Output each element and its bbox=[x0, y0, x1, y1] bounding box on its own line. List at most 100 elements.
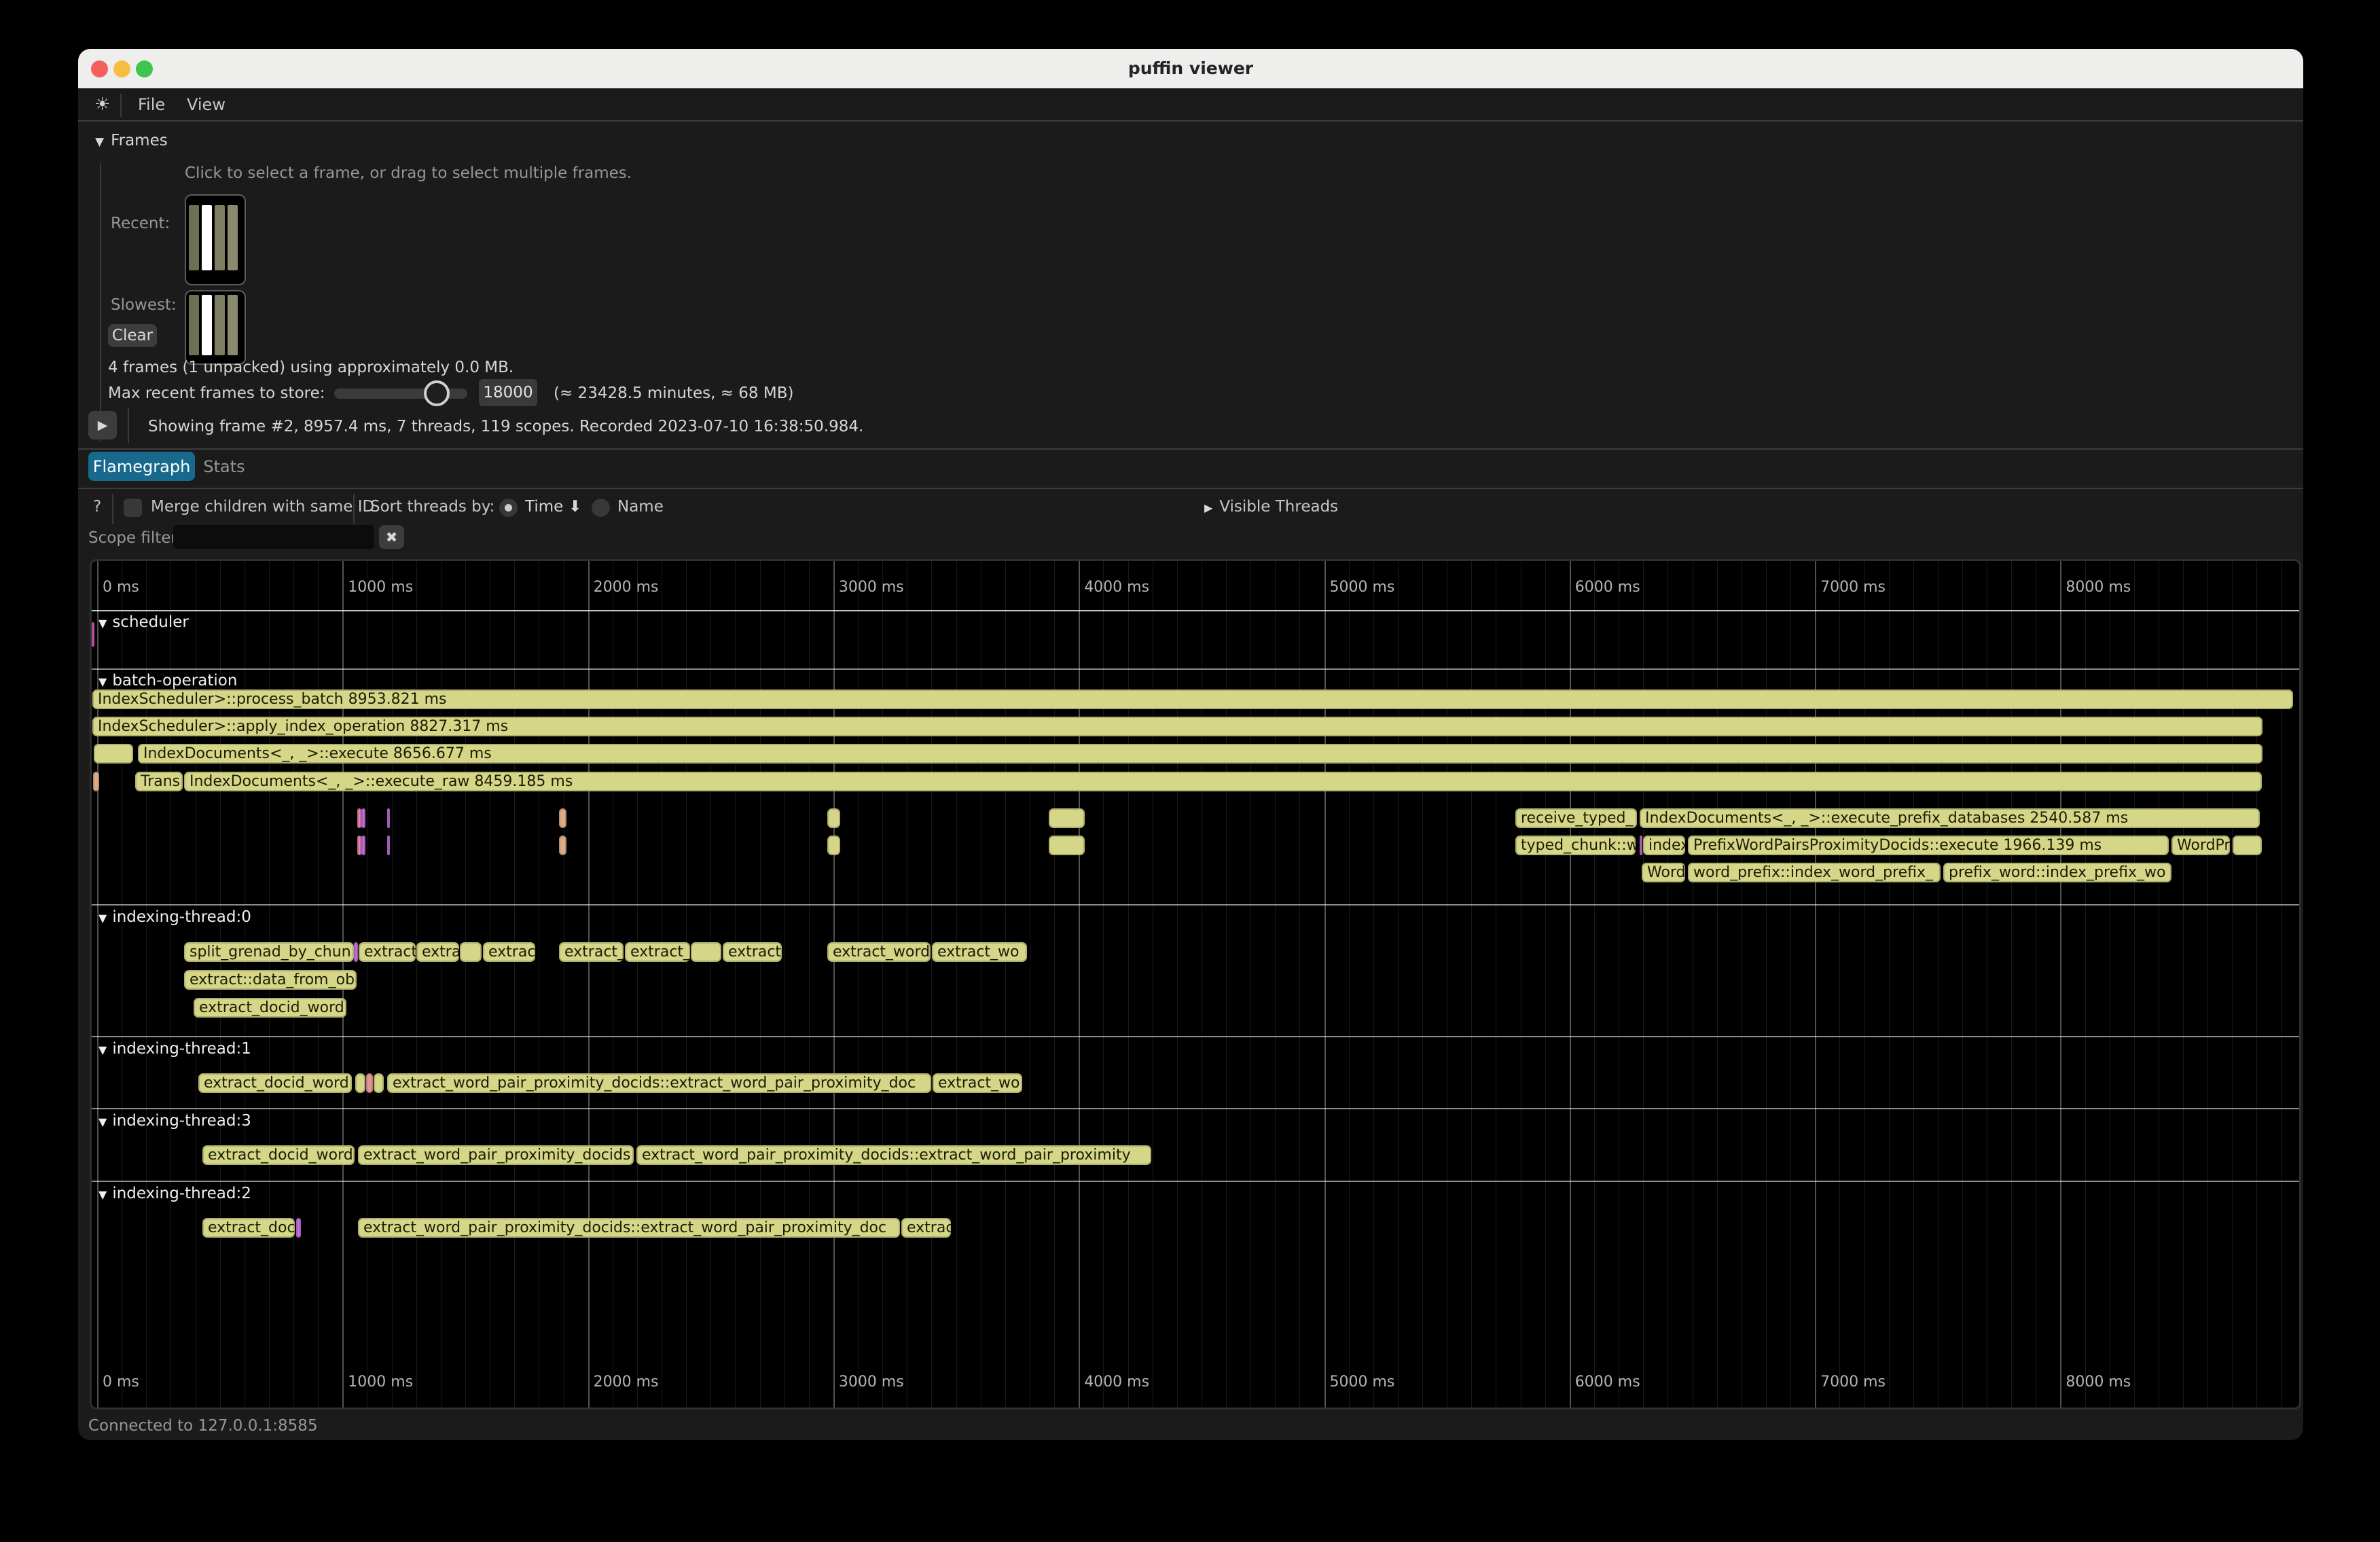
scope-bar-label: extra bbox=[416, 942, 459, 962]
flamegraph-scope-bar[interactable]: Word bbox=[1642, 863, 1685, 882]
flamegraph-scope-bar[interactable]: extract_wo bbox=[932, 942, 1027, 962]
flamegraph-scope-bar[interactable]: extract_ bbox=[625, 942, 690, 962]
flamegraph-scope-bar[interactable]: Trans bbox=[135, 772, 183, 791]
thread-header-indexing-thread-1[interactable]: ▼indexing-thread:1 bbox=[98, 1040, 251, 1058]
sort-direction-arrow-icon[interactable]: ⬇ bbox=[569, 498, 581, 516]
flamegraph-scope-bar[interactable]: extract_word_pair_proximity_docids::extr… bbox=[636, 1145, 1151, 1165]
flamegraph-scope-bar[interactable]: extract_docid_word bbox=[194, 998, 346, 1018]
flamegraph-scope-bar[interactable]: prefix_word::index_prefix_wo bbox=[1943, 863, 2171, 882]
flamegraph-scope-bar[interactable]: extract_docid_word bbox=[202, 1145, 355, 1165]
play-pause-button[interactable]: ▶ bbox=[88, 411, 117, 440]
flamegraph-scope-bar[interactable] bbox=[827, 836, 840, 855]
flamegraph-scope-bar[interactable] bbox=[93, 772, 99, 791]
flamegraph-scope-bar[interactable]: extrac bbox=[483, 942, 535, 962]
clear-filter-button[interactable]: ✖ bbox=[379, 525, 404, 549]
visible-threads-label: Visible Threads bbox=[1219, 498, 1338, 516]
flamegraph-scope-bar[interactable]: split_grenad_by_chun bbox=[184, 942, 354, 962]
flamegraph-scope-bar[interactable]: IndexScheduler>::process_batch 8953.821 … bbox=[92, 689, 2293, 709]
flamegraph-scope-bar[interactable]: IndexScheduler>::apply_index_operation 8… bbox=[92, 717, 2262, 736]
help-button[interactable]: ? bbox=[93, 498, 101, 516]
scope-filter-input[interactable] bbox=[173, 525, 374, 549]
thread-header-indexing-thread-3[interactable]: ▼indexing-thread:3 bbox=[98, 1112, 251, 1130]
scope-bar-label: extract_wo bbox=[933, 1073, 1022, 1093]
thread-header-scheduler[interactable]: ▼scheduler bbox=[98, 613, 189, 631]
flamegraph-scope-bar[interactable]: IndexDocuments<_, _>::execute_raw 8459.1… bbox=[184, 772, 2262, 791]
flamegraph-scope-bar[interactable]: extract::data_from_ob bbox=[184, 970, 357, 990]
time-gridline bbox=[735, 561, 736, 1407]
flamegraph-scope-bar[interactable] bbox=[1049, 836, 1085, 855]
scope-bar-label: extract_word_pair_proximity_docids::extr… bbox=[387, 1073, 931, 1093]
slowest-frames-thumbnail[interactable] bbox=[185, 290, 246, 365]
flamegraph-scope-bar[interactable]: extract_wo bbox=[933, 1073, 1022, 1093]
flamegraph-scope-bar[interactable] bbox=[355, 1073, 365, 1093]
flamegraph-scope-bar[interactable] bbox=[559, 808, 566, 828]
flamegraph-scope-bar[interactable]: index bbox=[1643, 836, 1685, 855]
frames-section-header[interactable]: ▼Frames bbox=[95, 132, 168, 149]
title-bar: puffin viewer bbox=[78, 49, 2303, 88]
recent-frames-thumbnail[interactable] bbox=[185, 194, 246, 285]
frames-hint-text: Click to select a frame, or drag to sele… bbox=[185, 164, 632, 182]
time-gridline bbox=[514, 561, 515, 1407]
flamegraph-scope-bar[interactable] bbox=[559, 836, 566, 855]
scope-bar-label: index bbox=[1643, 836, 1685, 855]
thread-header-indexing-thread-2[interactable]: ▼indexing-thread:2 bbox=[98, 1185, 251, 1202]
flamegraph-scope-bar[interactable] bbox=[2233, 836, 2262, 855]
visible-threads-header[interactable]: ▶Visible Threads bbox=[1204, 498, 1338, 516]
scope-bar-label: extract::data_from_ob bbox=[184, 970, 357, 990]
frame-thumbnail-stripe bbox=[215, 295, 225, 355]
flamegraph-scope-bar[interactable]: extract_doc bbox=[202, 1218, 295, 1238]
flamegraph-scope-bar[interactable]: IndexDocuments<_, _>::execute 8656.677 m… bbox=[138, 744, 2262, 764]
flamegraph-scope-bar[interactable] bbox=[691, 942, 721, 962]
time-gridline bbox=[1128, 561, 1129, 1407]
clear-frames-button[interactable]: Clear bbox=[108, 324, 157, 347]
time-gridline bbox=[1766, 561, 1767, 1407]
flamegraph-scope-bar[interactable] bbox=[354, 942, 358, 962]
flamegraph-scope-bar[interactable]: extract_word bbox=[827, 942, 931, 962]
flamegraph-scope-bar[interactable]: WordPr bbox=[2171, 836, 2230, 855]
flamegraph-scope-bar[interactable]: PrefixWordPairsProximityDocids::execute … bbox=[1688, 836, 2169, 855]
flamegraph-scope-bar[interactable] bbox=[361, 808, 365, 828]
flamegraph-scope-bar[interactable] bbox=[361, 836, 365, 855]
sort-by-name-radio[interactable] bbox=[592, 499, 610, 517]
flamegraph-scope-bar[interactable]: receive_typed_ bbox=[1515, 808, 1637, 828]
flamegraph-scope-bar[interactable]: extract_ bbox=[559, 942, 624, 962]
flamegraph-scope-bar[interactable]: word_prefix::index_word_prefix_ bbox=[1688, 863, 1941, 882]
max-frames-slider-knob[interactable] bbox=[424, 380, 450, 406]
flamegraph-scope-bar[interactable] bbox=[94, 744, 133, 764]
flamegraph-scope-bar[interactable] bbox=[1049, 808, 1085, 828]
time-gridline bbox=[392, 561, 393, 1407]
flamegraph-scope-bar[interactable]: extract_word_pair_proximity_docids::extr… bbox=[358, 1218, 900, 1238]
flamegraph-scope-bar[interactable] bbox=[296, 1218, 301, 1238]
flamegraph-scope-bar[interactable] bbox=[1640, 836, 1642, 855]
flamegraph-scope-bar[interactable]: extrac bbox=[901, 1218, 951, 1238]
time-gridline bbox=[1962, 561, 1963, 1407]
flamegraph-scope-bar[interactable]: extract_docid_word bbox=[198, 1073, 352, 1093]
menu-item-view[interactable]: View bbox=[187, 95, 226, 114]
flamegraph-scope-bar[interactable] bbox=[374, 1073, 384, 1093]
max-frames-value[interactable]: 18000 bbox=[479, 379, 537, 406]
theme-toggle-icon[interactable]: ☀ bbox=[94, 94, 110, 115]
flamegraph-scope-bar[interactable]: IndexDocuments<_, _>::execute_prefix_dat… bbox=[1640, 808, 2260, 828]
flamegraph-scope-bar[interactable] bbox=[387, 808, 390, 828]
menu-item-file[interactable]: File bbox=[138, 95, 165, 114]
flamegraph-canvas[interactable]: 0 ms0 ms1000 ms1000 ms2000 ms2000 ms3000… bbox=[90, 559, 2301, 1410]
merge-children-checkbox[interactable] bbox=[124, 499, 142, 517]
flamegraph-scope-bar[interactable] bbox=[387, 836, 390, 855]
flamegraph-scope-bar[interactable]: extract bbox=[723, 942, 782, 962]
thread-header-indexing-thread-0[interactable]: ▼indexing-thread:0 bbox=[98, 908, 251, 926]
tab-stats[interactable]: Stats bbox=[197, 452, 251, 481]
flamegraph-scope-bar[interactable]: extra bbox=[416, 942, 459, 962]
flamegraph-scope-bar[interactable]: extract_word_pair_proximity_docids bbox=[358, 1145, 634, 1165]
flamegraph-scope-bar[interactable] bbox=[92, 622, 94, 647]
sort-by-time-radio[interactable] bbox=[499, 499, 518, 517]
flamegraph-scope-bar[interactable]: extract bbox=[359, 942, 416, 962]
flamegraph-scope-bar[interactable]: typed_chunk::w bbox=[1515, 836, 1636, 855]
tab-flamegraph[interactable]: Flamegraph bbox=[88, 452, 195, 481]
flamegraph-scope-bar[interactable]: extract_word_pair_proximity_docids::extr… bbox=[387, 1073, 931, 1093]
flamegraph-scope-bar[interactable] bbox=[366, 1073, 373, 1093]
thread-header-batch-operation[interactable]: ▼batch-operation bbox=[98, 672, 237, 689]
flamegraph-scope-bar[interactable] bbox=[460, 942, 482, 962]
flamegraph-scope-bar[interactable] bbox=[827, 808, 840, 828]
top-time-tick-label: 3000 ms bbox=[839, 579, 904, 596]
time-gridline bbox=[2085, 561, 2086, 1407]
